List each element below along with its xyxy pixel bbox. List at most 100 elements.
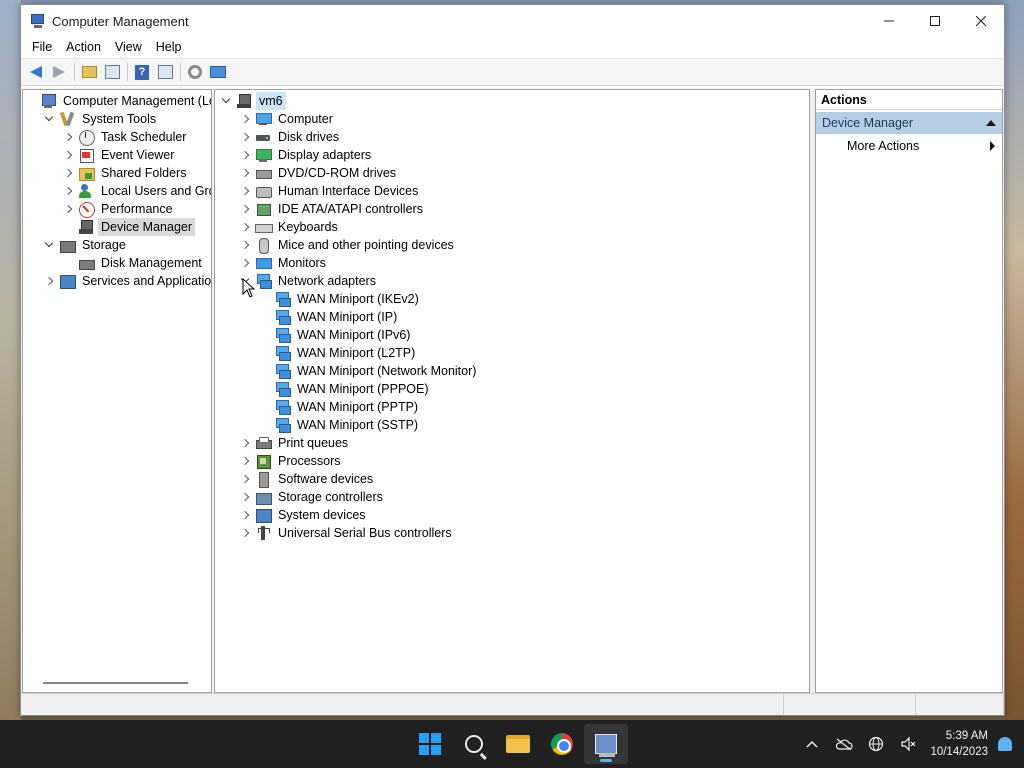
tree-item-processors[interactable]: Processors [215,452,809,470]
tree-item-mice[interactable]: Mice and other pointing devices [215,236,809,254]
tree-item-wan-pptp[interactable]: WAN Miniport (PPTP) [215,398,809,416]
expand-chevron-right-icon[interactable] [238,488,252,506]
expand-chevron-right-icon[interactable] [61,146,75,164]
search-button[interactable] [452,724,496,764]
tree-item-wan-l2tp[interactable]: WAN Miniport (L2TP) [215,344,809,362]
up-one-level-button[interactable] [78,61,100,83]
tree-item-wan-ikev2[interactable]: WAN Miniport (IKEv2) [215,290,809,308]
computer-management-taskbar-button[interactable] [584,724,628,764]
tree-item-wan-ipv6[interactable]: WAN Miniport (IPv6) [215,326,809,344]
scan-hardware-changes-button[interactable] [184,61,206,83]
network-button[interactable] [860,720,892,768]
tree-item-disk-management[interactable]: Disk Management [23,254,211,272]
show-hide-console-tree-button[interactable] [101,61,123,83]
maximize-button[interactable] [912,5,958,37]
tree-item-usb-controllers[interactable]: Universal Serial Bus controllers [215,524,809,542]
expand-chevron-right-icon[interactable] [238,470,252,488]
tree-item-device-manager[interactable]: Device Manager [23,218,211,236]
forward-button[interactable] [48,61,70,83]
menu-view[interactable]: View [108,37,149,58]
clock[interactable]: 5:39 AM 10/14/2023 [930,728,988,760]
title-bar[interactable]: Computer Management [21,5,1004,37]
horizontal-scrollbar[interactable] [43,682,188,684]
back-button[interactable] [25,61,47,83]
expand-chevron-right-icon[interactable] [61,200,75,218]
tree-item-wan-pppoe[interactable]: WAN Miniport (PPPOE) [215,380,809,398]
tree-item-root[interactable]: Computer Management (Local [23,92,211,110]
expand-chevron-right-icon[interactable] [238,524,252,542]
tree-item-services-and-applications[interactable]: Services and Applications [23,272,211,290]
display-devices-button[interactable] [207,61,229,83]
tree-item-task-scheduler[interactable]: Task Scheduler [23,128,211,146]
tree-item-performance[interactable]: Performance [23,200,211,218]
expand-chevron-right-icon[interactable] [238,200,252,218]
menu-file[interactable]: File [25,37,59,58]
dvd-drive-icon [255,165,272,181]
tree-item-human-interface-devices[interactable]: Human Interface Devices [215,182,809,200]
expand-chevron-right-icon[interactable] [61,128,75,146]
expand-chevron-right-icon[interactable] [42,272,56,290]
tree-item-display-adapters[interactable]: Display adapters [215,146,809,164]
tree-item-local-users-and-groups[interactable]: Local Users and Groups [23,182,211,200]
tree-item-system-devices[interactable]: System devices [215,506,809,524]
expand-chevron-right-icon[interactable] [238,128,252,146]
more-actions-item[interactable]: More Actions [816,134,1002,158]
collapse-chevron-down-icon[interactable] [219,92,233,110]
expand-chevron-right-icon[interactable] [238,146,252,164]
tree-item-dvd-cd-rom-drives[interactable]: DVD/CD-ROM drives [215,164,809,182]
tree-item-label: DVD/CD-ROM drives [278,166,397,180]
collapse-chevron-down-icon[interactable] [42,236,56,254]
expand-chevron-right-icon[interactable] [238,236,252,254]
tree-item-keyboards[interactable]: Keyboards [215,218,809,236]
expand-chevron-right-icon[interactable] [61,164,75,182]
tree-item-monitors[interactable]: Monitors [215,254,809,272]
tree-item-disk-drives[interactable]: Disk drives [215,128,809,146]
tree-item-wan-network-monitor[interactable]: WAN Miniport (Network Monitor) [215,362,809,380]
tree-item-event-viewer[interactable]: Event Viewer [23,146,211,164]
expand-chevron-right-icon[interactable] [61,182,75,200]
menu-action[interactable]: Action [59,37,108,58]
start-button[interactable] [408,724,452,764]
usb-icon [255,525,271,541]
volume-button[interactable] [892,720,924,768]
network-adapter-icon [274,309,291,325]
tree-item-system-tools[interactable]: System Tools [23,110,211,128]
file-explorer-button[interactable] [496,724,540,764]
tree-item-label: Services and Applications [82,274,212,288]
notification-bell-icon[interactable] [998,737,1012,751]
tree-item-shared-folders[interactable]: Shared Folders [23,164,211,182]
tree-item-storage-controllers[interactable]: Storage controllers [215,488,809,506]
show-hidden-icons-button[interactable] [796,720,828,768]
tree-item-host[interactable]: vm6 [215,92,809,110]
expand-chevron-right-icon[interactable] [238,110,252,128]
expand-chevron-right-icon[interactable] [238,254,252,272]
expand-chevron-right-icon[interactable] [238,452,252,470]
expand-chevron-right-icon[interactable] [238,182,252,200]
show-hide-action-pane-button[interactable] [154,61,176,83]
actions-header: Actions [816,90,1002,110]
chrome-button[interactable] [540,724,584,764]
collapse-chevron-down-icon[interactable] [42,110,56,128]
expand-chevron-right-icon[interactable] [238,506,252,524]
software-device-icon [255,471,271,488]
tree-item-label: Device Manager [98,218,196,236]
tree-item-wan-sstp[interactable]: WAN Miniport (SSTP) [215,416,809,434]
expand-chevron-right-icon[interactable] [238,218,252,236]
tree-item-ide-ata-atapi-controllers[interactable]: IDE ATA/ATAPI controllers [215,200,809,218]
tree-item-computer[interactable]: Computer [215,110,809,128]
tree-item-software-devices[interactable]: Software devices [215,470,809,488]
onedrive-button[interactable] [828,720,860,768]
actions-section-device-manager[interactable]: Device Manager [816,112,1002,134]
tree-item-network-adapters[interactable]: Network adapters [215,272,809,290]
expand-chevron-right-icon[interactable] [238,164,252,182]
expand-chevron-right-icon[interactable] [238,434,252,452]
tree-item-wan-ip[interactable]: WAN Miniport (IP) [215,308,809,326]
tree-item-storage[interactable]: Storage [23,236,211,254]
menu-help[interactable]: Help [149,37,189,58]
help-button[interactable]: ? [131,61,153,83]
close-button[interactable] [958,5,1004,37]
tree-item-print-queues[interactable]: Print queues [215,434,809,452]
minimize-button[interactable] [866,5,912,37]
